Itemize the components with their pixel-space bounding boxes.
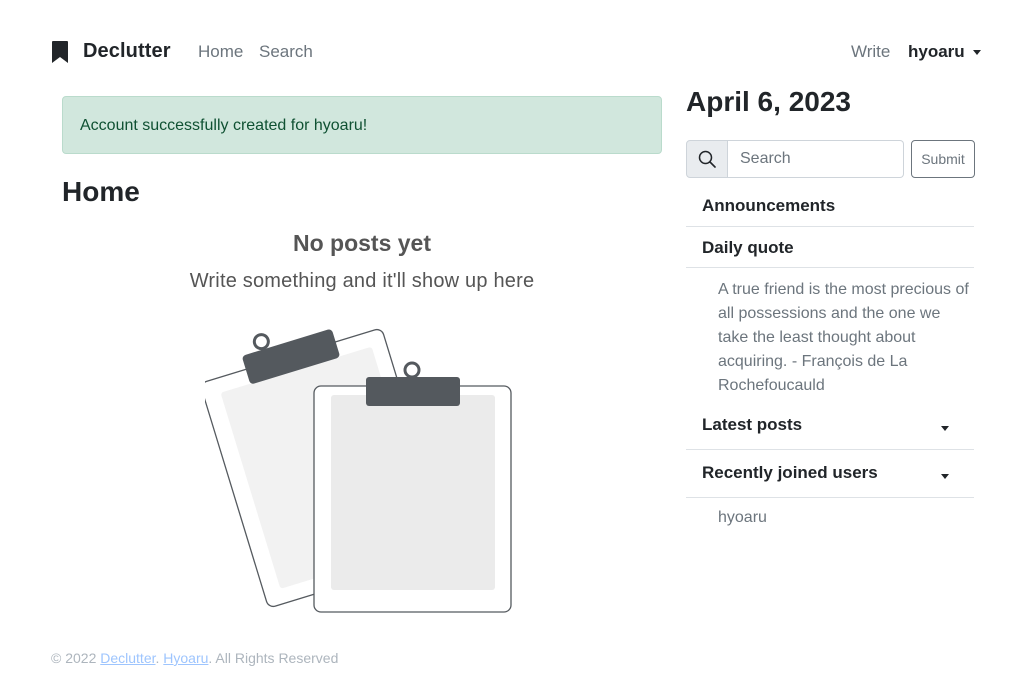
search-submit-button[interactable]: Submit	[911, 140, 975, 178]
page-title: Home	[62, 176, 140, 207]
latest-posts-toggle[interactable]: Latest posts	[686, 402, 974, 450]
recent-users-list: hyoaru	[686, 498, 974, 527]
daily-quote-header: Daily quote	[686, 227, 974, 268]
footer-copyright: © 2022	[51, 650, 101, 666]
nav-home-link[interactable]: Home	[198, 42, 243, 62]
bookmark-icon	[52, 40, 68, 63]
date-heading: April 6, 2023	[686, 86, 851, 117]
sidebar-list: Announcements Daily quote A true friend …	[686, 186, 974, 527]
empty-clipboards-illustration	[200, 315, 525, 620]
caret-down-icon	[941, 474, 949, 479]
search-icon	[698, 150, 716, 168]
daily-quote-text: A true friend is the most precious of al…	[718, 281, 969, 394]
brand-name: Declutter	[83, 40, 171, 62]
caret-down-icon	[941, 426, 949, 431]
user-menu-label: hyoaru	[908, 42, 965, 61]
latest-posts-label: Latest posts	[702, 415, 803, 434]
user-menu-dropdown[interactable]: hyoaru	[908, 42, 981, 62]
success-alert: Account successfully created for hyoaru!	[62, 96, 662, 154]
brand-link[interactable]: Declutter	[52, 40, 171, 63]
footer-declutter-link[interactable]: Declutter	[100, 650, 155, 666]
announcements-header: Announcements	[686, 186, 974, 227]
footer-hyoaru-link[interactable]: Hyoaru	[163, 650, 208, 666]
sidebar-search-input[interactable]	[728, 140, 904, 178]
footer: © 2022 Declutter. Hyoaru. All Rights Res…	[51, 650, 338, 666]
nav-search-link[interactable]: Search	[259, 42, 313, 62]
search-icon-button[interactable]	[686, 140, 728, 178]
alert-message: Account successfully created for hyoaru!	[80, 117, 368, 134]
empty-state-subtitle: Write something and it'll show up here	[189, 270, 535, 292]
recent-user-item[interactable]: hyoaru	[718, 509, 974, 527]
recent-users-toggle[interactable]: Recently joined users	[686, 450, 974, 498]
sidebar-search-form: Submit	[686, 140, 975, 178]
empty-state-title: No posts yet	[292, 230, 432, 256]
navbar: Declutter Home Search Write hyoaru	[0, 0, 1036, 104]
footer-rights: . All Rights Reserved	[208, 650, 339, 666]
nav-write-link[interactable]: Write	[851, 42, 890, 62]
recent-users-label: Recently joined users	[702, 463, 878, 482]
caret-down-icon	[972, 49, 981, 55]
